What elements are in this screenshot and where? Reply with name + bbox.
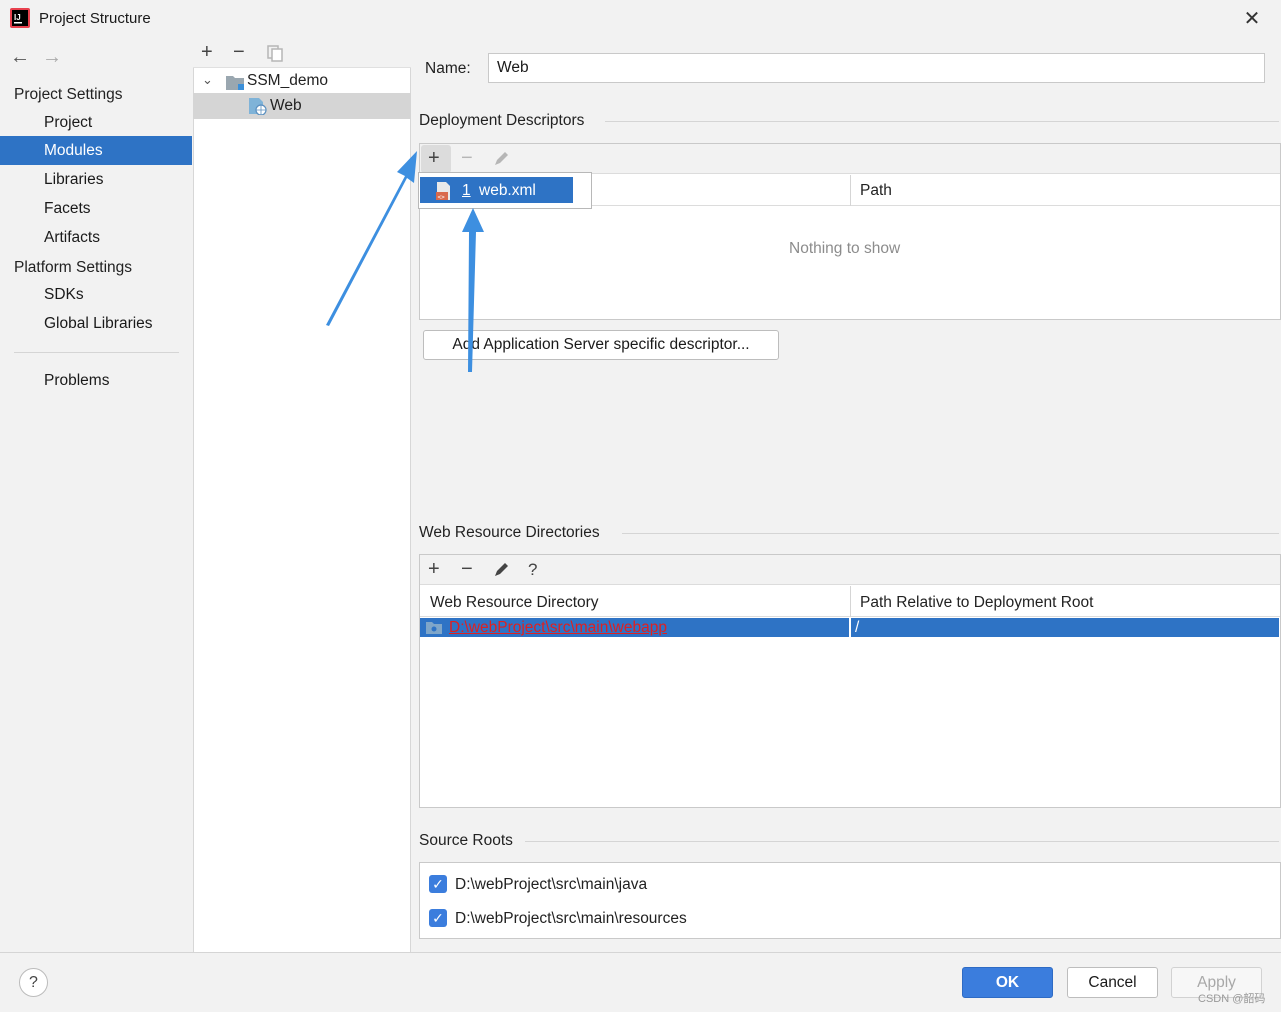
cancel-button[interactable]: Cancel (1067, 967, 1158, 998)
annotation-arrow-to-web-xml (462, 208, 484, 372)
annotation-arrow-to-add-button (326, 151, 417, 326)
help-button[interactable]: ? (19, 968, 48, 997)
ok-button[interactable]: OK (962, 967, 1053, 998)
watermark-text: CSDN @韶码 (1198, 993, 1266, 1005)
annotation-arrows (326, 151, 484, 372)
